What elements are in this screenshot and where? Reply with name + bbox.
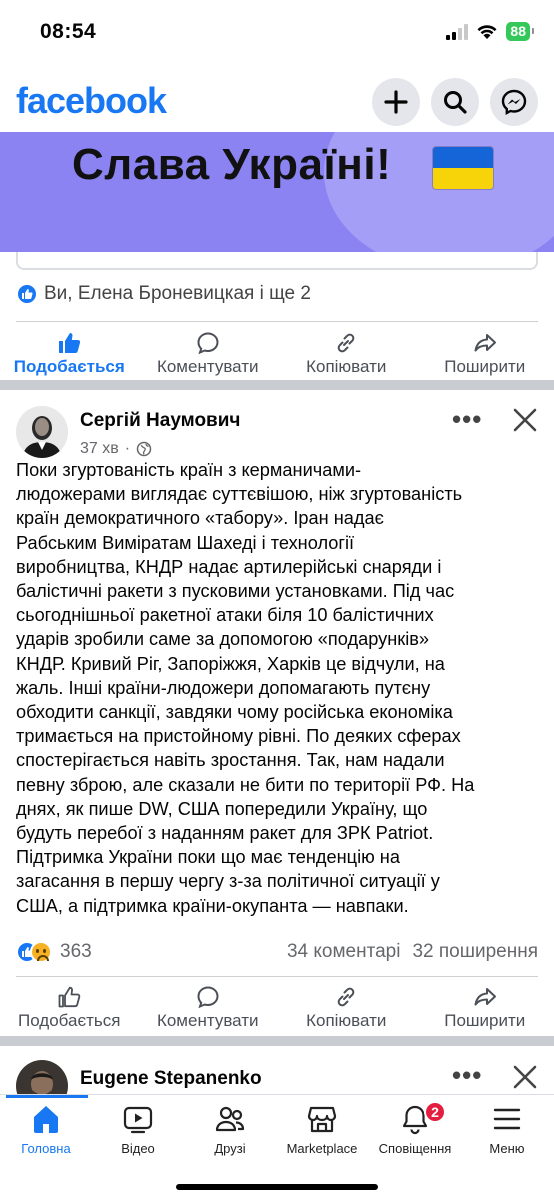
- reactions-count[interactable]: 363: [60, 941, 92, 963]
- share-icon: [474, 988, 496, 1006]
- shared-card-frame: [16, 252, 538, 270]
- like-button[interactable]: Подобається: [0, 326, 139, 382]
- comment-icon: [197, 986, 219, 1009]
- status-time: 08:54: [40, 20, 97, 43]
- home-icon: [34, 1106, 58, 1133]
- nav-marketplace[interactable]: Marketplace: [277, 1103, 367, 1156]
- video-icon: [123, 1106, 153, 1134]
- search-icon: [444, 91, 467, 114]
- search-button[interactable]: [431, 78, 479, 126]
- post-actions-bar: Подобається Коментувати Копіювати Пошири…: [0, 326, 554, 382]
- post-more-options-icon[interactable]: •••: [452, 404, 482, 435]
- comments-count[interactable]: 34 коментарі: [287, 941, 400, 963]
- author-avatar[interactable]: [16, 406, 68, 458]
- comment-button[interactable]: Коментувати: [139, 980, 278, 1036]
- friends-icon: [215, 1106, 245, 1132]
- nav-friends[interactable]: Друзі: [185, 1103, 275, 1156]
- nav-home[interactable]: Головна: [1, 1103, 91, 1156]
- menu-icon: [493, 1108, 521, 1130]
- nav-notifications[interactable]: 2 Сповіщення: [370, 1101, 460, 1156]
- next-post-more-options-icon[interactable]: •••: [452, 1060, 482, 1091]
- post-stats: 363 34 коментарі 32 поширення: [16, 938, 538, 966]
- close-icon[interactable]: [512, 1064, 538, 1090]
- post-time[interactable]: 37 хв: [80, 440, 119, 458]
- battery-indicator: 88: [506, 22, 534, 41]
- divider: [16, 976, 538, 977]
- nav-menu[interactable]: Меню: [462, 1103, 552, 1156]
- reactions-summary[interactable]: Ви, Елена Броневицкая і ще 2: [16, 283, 311, 305]
- wifi-icon: [477, 24, 497, 39]
- copy-link-button[interactable]: Копіювати: [277, 980, 416, 1036]
- share-button[interactable]: Поширити: [416, 980, 554, 1036]
- link-icon: [337, 987, 355, 1007]
- like-reaction-icon: [16, 283, 38, 305]
- cell-signal-icon: [446, 23, 469, 40]
- share-icon: [474, 334, 496, 352]
- thumbs-up-icon: [58, 986, 81, 1008]
- facebook-logo[interactable]: facebook: [16, 80, 167, 122]
- shares-count[interactable]: 32 поширення: [412, 941, 538, 963]
- feed-separator: [0, 380, 554, 390]
- plus-icon: [384, 90, 408, 114]
- like-button[interactable]: Подобається: [0, 980, 139, 1036]
- marketplace-icon: [307, 1106, 337, 1133]
- shared-image-banner[interactable]: Слава Україні!: [0, 132, 554, 252]
- home-indicator[interactable]: [176, 1184, 378, 1190]
- active-tab-indicator: [6, 1095, 88, 1098]
- messenger-icon: [501, 89, 527, 116]
- next-post-author-name[interactable]: Eugene Stepanenko: [80, 1068, 262, 1090]
- comment-button[interactable]: Коментувати: [139, 326, 278, 382]
- nav-video[interactable]: Відео: [93, 1103, 183, 1156]
- link-icon: [337, 333, 355, 353]
- comment-icon: [197, 332, 219, 355]
- post-actions-bar: Подобається Коментувати Копіювати Пошири…: [0, 980, 554, 1036]
- share-button[interactable]: Поширити: [416, 326, 554, 382]
- post-meta: 37 хв ·: [80, 440, 152, 458]
- post-author-name[interactable]: Сергій Наумович: [80, 410, 240, 432]
- feed-separator: [0, 1036, 554, 1046]
- divider: [16, 321, 538, 322]
- status-bar: 08:54 88: [0, 0, 554, 66]
- banner-text: Слава Україні!: [72, 140, 392, 189]
- status-icons: 88: [446, 22, 534, 41]
- app-header: facebook: [0, 66, 554, 132]
- ukraine-flag-icon: [432, 146, 494, 190]
- create-button[interactable]: [372, 78, 420, 126]
- reactions-text: Ви, Елена Броневицкая і ще 2: [44, 283, 311, 304]
- notifications-badge: 2: [424, 1101, 446, 1123]
- copy-link-button[interactable]: Копіювати: [277, 326, 416, 382]
- post-text: Поки згуртованість країн з керманичами- …: [16, 460, 475, 916]
- messenger-button[interactable]: [490, 78, 538, 126]
- close-icon[interactable]: [512, 407, 538, 433]
- thumbs-up-filled-icon: [59, 333, 81, 353]
- globe-icon: [136, 441, 152, 457]
- sad-reaction-icon: [30, 941, 52, 963]
